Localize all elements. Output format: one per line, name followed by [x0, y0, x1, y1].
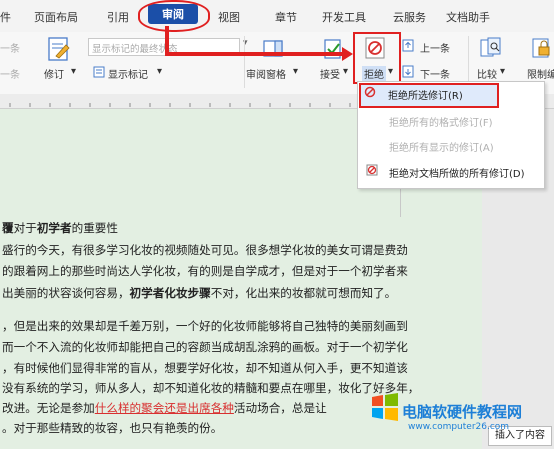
reject-all-icon — [366, 164, 378, 176]
menu-item-reject-format: 拒绝所有的格式修订(F) — [389, 118, 493, 129]
doc-line: 的跟着网上的那些时尚达人学化妆，有的则是自学成才，但是对于一个初学者来 — [2, 264, 408, 278]
chevron-down-icon[interactable]: ▾ — [293, 66, 298, 77]
prev-change-button[interactable]: 上一条 — [420, 40, 450, 55]
prev-change-icon[interactable] — [402, 39, 414, 52]
doc-heading: 覆对于初学者的重要性 — [2, 221, 118, 235]
accept-icon[interactable] — [322, 38, 344, 60]
reject-icon — [364, 86, 376, 98]
menu-item-reject-selected-label[interactable]: 拒绝所选修订(R) — [388, 87, 463, 102]
next-change-button[interactable]: 下一条 — [420, 66, 450, 81]
restrict-edit-icon[interactable] — [530, 37, 552, 59]
doc-line: 而一个不入流的化妆师却能把自己的容颜当成胡乱涂鸦的画板。对于一个初学化 — [2, 340, 408, 354]
compare-button[interactable]: 比较 — [477, 66, 497, 81]
menu-item-reject-shown: 拒绝所有显示的修订(A) — [389, 143, 494, 154]
prev-comment-button[interactable]: 一条 — [0, 40, 20, 55]
chevron-down-icon[interactable]: ▾ — [71, 66, 76, 77]
next-change-icon[interactable] — [402, 65, 414, 78]
review-pane-button[interactable]: 审阅窗格 — [246, 66, 286, 81]
annotation-arrow-head — [342, 47, 353, 61]
doc-line: 没有系统的学习，师从多人，却不知道化妆的精髓和要点在哪里，妆化了好多年， — [2, 381, 420, 395]
tab-references[interactable]: 引用 — [107, 9, 129, 25]
chevron-down-icon[interactable]: ▾ — [157, 66, 162, 77]
tab-dev-tools[interactable]: 开发工具 — [322, 9, 366, 25]
doc-line: 改进。无论是参加什么样的聚会还是出席各种活动场合，总是让 — [2, 401, 327, 415]
track-changes-icon[interactable] — [46, 36, 72, 62]
windows-logo-icon — [370, 392, 400, 422]
annotation-box — [353, 32, 401, 84]
show-markup-icon — [93, 66, 105, 78]
tab-page-layout[interactable]: 页面布局 — [34, 9, 78, 25]
menu-item-reject-all[interactable]: 拒绝对文档所做的所有修订(D) — [358, 160, 544, 182]
doc-line: 出美丽的状容谈何容易，初学者化妆步骤不对，化出来的妆都就可想而知了。 — [2, 286, 397, 300]
next-comment-button[interactable]: 一条 — [0, 66, 20, 81]
track-changes-button[interactable]: 修订 — [44, 66, 64, 81]
annotation-arrow — [165, 52, 345, 56]
tracked-insertion[interactable]: 什么样的聚会还是出席各种 — [95, 401, 234, 415]
accept-button[interactable]: 接受 — [320, 66, 340, 81]
doc-line: 。对于那些精致的妆容，也只有艳羡的份。 — [2, 421, 223, 435]
tab-view[interactable]: 视图 — [218, 9, 240, 25]
doc-line: ，有时候他们显得非常的盲从，想要学好化妆，却不知道从何入手，更不知道该 — [2, 361, 408, 375]
compare-icon[interactable] — [480, 37, 502, 59]
tab-chapter[interactable]: 章节 — [275, 9, 297, 25]
chevron-down-icon[interactable]: ▾ — [500, 66, 505, 77]
doc-line: 盛行的今天，有很多学习化妆的视频随处可见。很多想学化妆的美女可谓是费劲 — [2, 243, 408, 257]
tab-file[interactable]: 件 — [0, 9, 11, 25]
annotation-ellipse — [138, 0, 210, 32]
chevron-down-icon[interactable]: ▾ — [343, 66, 348, 77]
restrict-edit-button[interactable]: 限制编 — [527, 66, 554, 81]
review-pane-icon[interactable] — [262, 38, 284, 60]
tab-cloud-service[interactable]: 云服务 — [393, 9, 426, 25]
show-markup-button[interactable]: 显示标记 — [108, 66, 148, 81]
watermark-url: www.computer26.com — [408, 422, 510, 432]
watermark-title: 电脑软硬件教程网 — [402, 403, 523, 421]
doc-line: ，但是出来的效果却是千差万别，一个好的化妆师能够将自己独特的美丽刻画到 — [2, 319, 408, 333]
tab-doc-assistant[interactable]: 文档助手 — [446, 9, 490, 25]
menu-bar: 件 页面布局 引用 视图 章节 开发工具 云服务 文档助手 — [0, 0, 554, 32]
